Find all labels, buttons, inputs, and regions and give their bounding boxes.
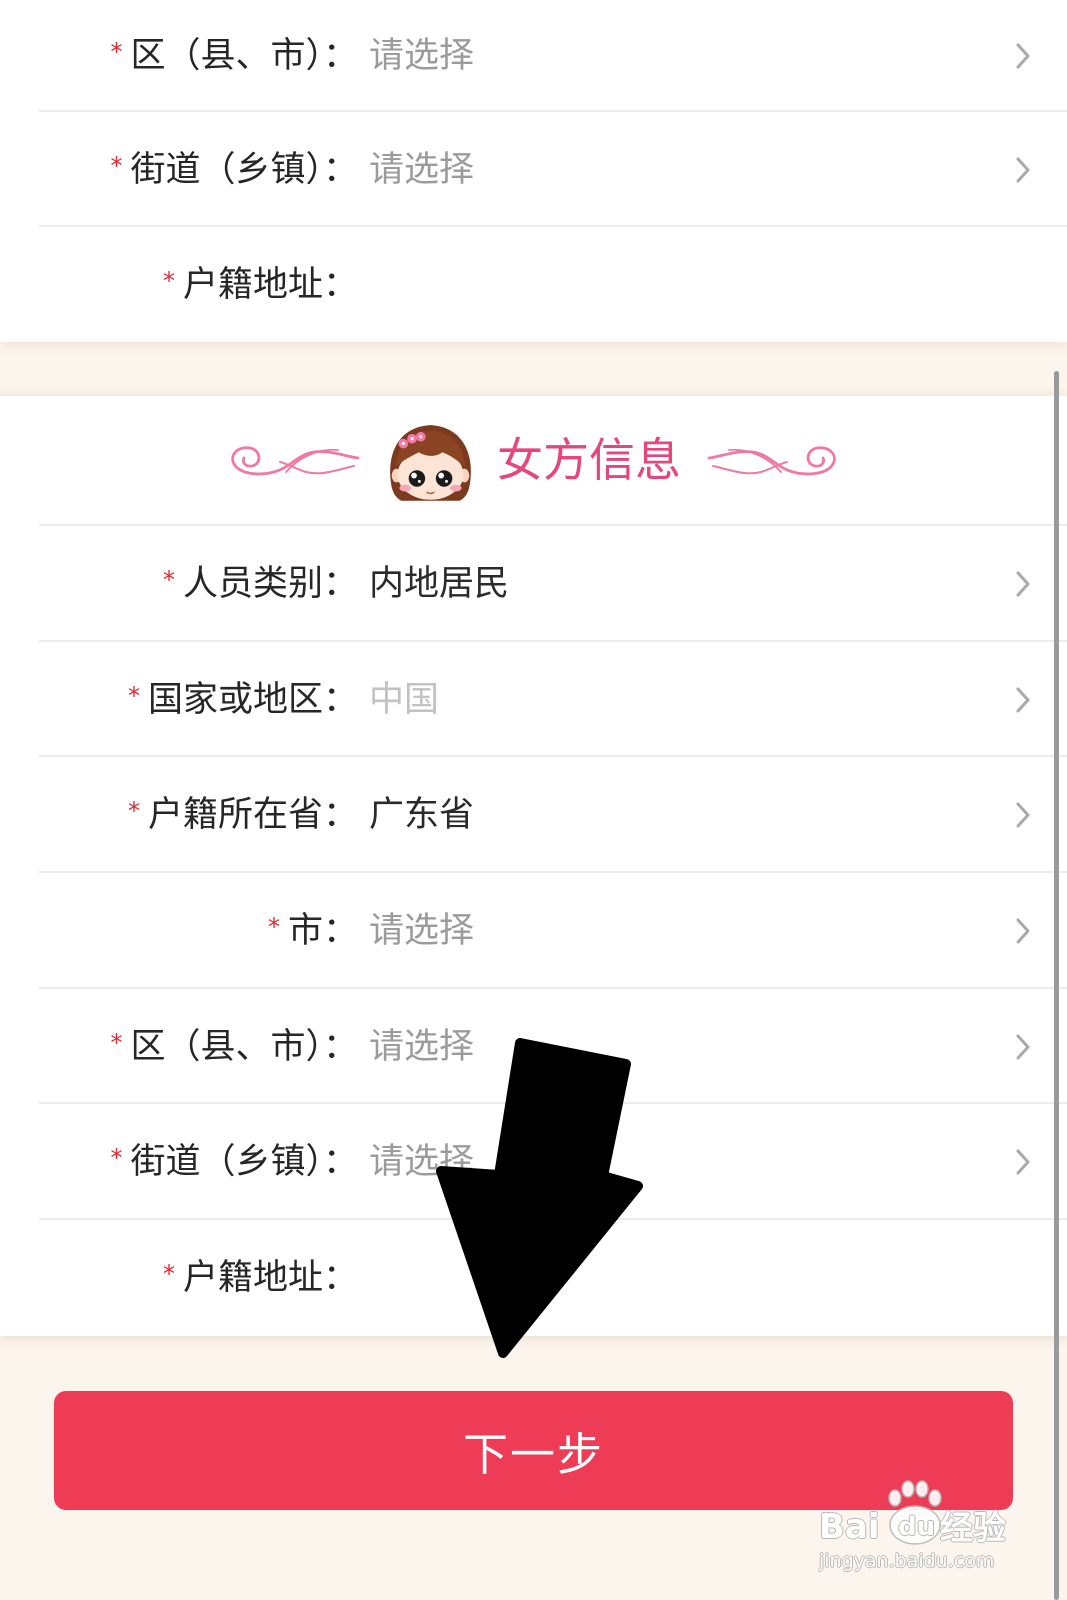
household-province-label: * 户籍所在省： [0,794,358,836]
city-select-row[interactable]: * 市： 请选择 [0,873,1067,989]
section-title: 女方信息 [497,433,681,488]
household-address-input[interactable] [369,256,1017,313]
household-address-row: * 户籍地址： [0,227,1067,342]
required-asterisk: * [127,681,140,710]
district-placeholder: 请选择 [369,36,475,76]
female-section-header: 女方信息 [0,396,1067,526]
country-region-label: * 国家或地区： [0,679,358,721]
swirl-left-icon [231,446,360,476]
female-street-placeholder: 请选择 [369,1142,475,1183]
district-label-text: 区（县、市）： [130,36,358,76]
female-district-select-row[interactable]: * 区（县、市）： 请选择 [0,989,1067,1105]
swirl-right-icon [707,446,836,476]
watermark-product-text: 经验 [940,1508,1006,1547]
country-region-value: 中国 [369,679,440,720]
required-asterisk: * [110,1144,123,1173]
required-asterisk: * [127,797,140,826]
female-info-card: 女方信息 * 人员类别： 内地居民 * 国家或地区： 中国 * 户籍所在省： 广东省 … [0,396,1067,1336]
district-label: * 区（县、市）： [0,35,358,77]
girl-avatar-icon [390,425,471,501]
chevron-right-icon [1016,571,1030,597]
female-household-address-label: * 户籍地址： [0,1257,358,1299]
household-province-value: 广东省 [369,795,475,836]
street-select-row[interactable]: * 街道（乡镇）： 请选择 [0,112,1067,227]
street-label-text: 街道（乡镇）： [130,149,358,190]
female-district-label: * 区（县、市）： [0,1026,358,1068]
city-label-text: 市： [287,910,358,951]
country-region-label-text: 国家或地区： [147,679,358,720]
required-asterisk: * [110,1028,123,1057]
household-address-label-text: 户籍地址： [182,264,358,305]
chevron-right-icon [1016,1149,1030,1175]
person-type-value: 内地居民 [369,563,510,604]
street-placeholder: 请选择 [369,149,475,190]
street-label: * 街道（乡镇）： [0,149,358,191]
chevron-right-icon [1016,157,1030,182]
chevron-right-icon [1016,918,1030,944]
baidu-jingyan-watermark: Bai du 经验 jingyan.baidu.com [815,1478,1015,1574]
watermark-brand-text: Bai [819,1507,880,1547]
required-asterisk: * [267,912,280,941]
required-asterisk: * [162,266,175,295]
household-address-label: * 户籍地址： [0,264,358,306]
district-select-row[interactable]: * 区（县、市）： 请选择 [0,0,1067,112]
required-asterisk: * [162,565,175,594]
city-placeholder: 请选择 [369,910,475,951]
required-asterisk: * [110,38,123,66]
female-household-address-row: * 户籍地址： [0,1220,1067,1336]
female-street-select-row[interactable]: * 街道（乡镇）： 请选择 [0,1104,1067,1220]
female-household-address-input[interactable] [369,1249,1017,1306]
watermark-url-text: jingyan.baidu.com [819,1550,995,1572]
person-type-label-text: 人员类别： [182,563,358,604]
household-province-label-text: 户籍所在省： [147,795,358,836]
person-type-label: * 人员类别： [0,563,358,605]
chevron-right-icon [1016,802,1030,828]
person-type-select-row[interactable]: * 人员类别： 内地居民 [0,526,1067,642]
city-label: * 市： [0,910,358,952]
upper-form-card: * 区（县、市）： 请选择 * 街道（乡镇）： 请选择 * 户籍地址： [0,0,1067,342]
required-asterisk: * [110,151,123,180]
female-street-label-text: 街道（乡镇）： [130,1142,358,1183]
chevron-right-icon [1016,687,1030,713]
female-district-placeholder: 请选择 [369,1026,475,1067]
female-household-address-label-text: 户籍地址： [182,1257,358,1298]
chevron-right-icon [1016,1034,1030,1060]
required-asterisk: * [162,1259,175,1288]
scrollbar-thumb[interactable] [1054,371,1059,1600]
country-region-select-row[interactable]: * 国家或地区： 中国 [0,642,1067,758]
female-district-label-text: 区（县、市）： [130,1026,358,1067]
female-street-label: * 街道（乡镇）： [0,1141,358,1183]
chevron-right-icon [1016,43,1030,69]
watermark-brand-text-paw: du [898,1512,936,1542]
household-province-select-row[interactable]: * 户籍所在省： 广东省 [0,757,1067,873]
